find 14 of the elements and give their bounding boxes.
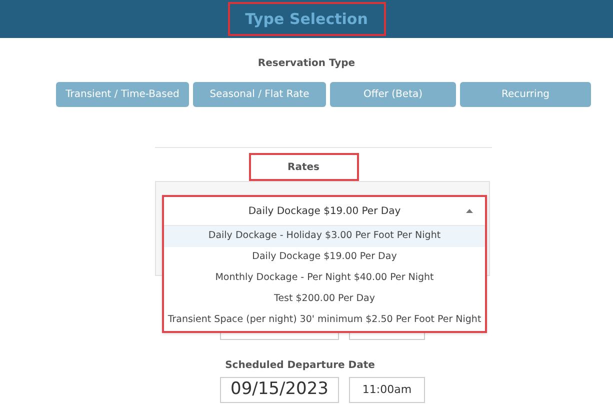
- time-field[interactable]: 11:00am: [349, 377, 425, 403]
- section-label: Rates: [248, 153, 358, 181]
- rate-option[interactable]: Daily Dockage $19.00 Per Day: [164, 247, 485, 268]
- selected-rate: Daily Dockage $19.00 Per Day: [248, 204, 401, 218]
- date-field[interactable]: 09/15/2023: [220, 377, 339, 403]
- section-label: Reservation Type: [256, 57, 356, 71]
- rate-option[interactable]: Test $200.00 Per Day: [164, 289, 485, 310]
- rate-option[interactable]: Monthly Dockage - Per Night $40.00 Per Night: [164, 268, 485, 289]
- section-label: Scheduled Departure Date: [224, 359, 376, 373]
- caret-icon: [466, 209, 473, 213]
- rates-dropdown[interactable]: [162, 195, 487, 333]
- page-title: Type Selection: [228, 2, 386, 36]
- rate-option[interactable]: Daily Dockage - Holiday $3.00 Per Foot Per Night: [164, 226, 485, 247]
- rate-option[interactable]: Transient Space (per night) 30' minimum $2.50 Per Foot Per Night: [164, 310, 485, 331]
